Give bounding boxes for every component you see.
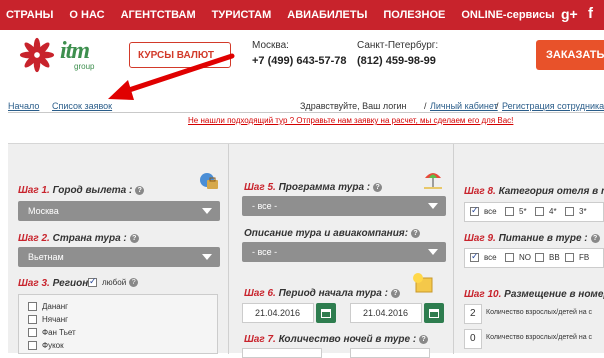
region-checkbox[interactable]: Фан Тьет — [28, 328, 76, 337]
hotel-category-checkbox[interactable]: 5* — [505, 207, 527, 216]
step7-label: Шаг 7. Количество ночей в туре :? — [244, 334, 429, 345]
greeting-text: Здравствуйте, Ваш логин — [300, 101, 407, 111]
step2-label: Шаг 2. Страна тура :? — [18, 233, 139, 244]
spb-phone: (812) 459-98-99 — [357, 55, 436, 67]
meal-checkbox[interactable]: NO — [505, 253, 531, 262]
nav-item-flights[interactable]: АВИАБИЛЕТЫ — [287, 9, 367, 21]
request-notice-link[interactable]: Не нашли подходящий тур ? Отправьте нам … — [188, 116, 513, 125]
logo-text: itm — [60, 38, 90, 64]
meal-checkbox[interactable]: BB — [535, 253, 560, 262]
order-button[interactable]: ЗАКАЗАТЬ — [536, 40, 604, 70]
hotel-category-checkbox[interactable]: 4* — [535, 207, 557, 216]
meal-checkbox[interactable]: FB — [565, 253, 589, 262]
step1-label: Шаг 1. Город вылета :? — [18, 185, 145, 196]
currency-rates-button[interactable]: КУРСЫ ВАЛЮТ — [129, 42, 231, 68]
step10-label: Шаг 10. Размещение в номере — [464, 289, 604, 300]
breadcrumb-separator: / — [496, 101, 499, 111]
kids-count-label: Количество взрослых/детей на с — [486, 334, 593, 341]
moscow-phone: +7 (499) 643-57-78 — [252, 55, 347, 67]
logo-subtext: group — [74, 62, 95, 71]
help-icon: ? — [419, 334, 429, 344]
nav-item-online[interactable]: ONLINE-сервисы — [461, 9, 554, 21]
beach-umbrella-icon — [424, 173, 442, 189]
date-to-input[interactable]: 21.04.2016 — [350, 303, 422, 323]
column-divider — [453, 144, 454, 354]
step3-label: Шаг 3. Регион : — [18, 278, 95, 289]
tour-description-select[interactable]: - все - — [242, 242, 446, 262]
calendar-icon[interactable] — [424, 303, 444, 323]
help-icon: ? — [129, 278, 139, 287]
step6-label: Шаг 6. Период начала тура :? — [244, 288, 400, 299]
kids-count-input[interactable]: 0 — [464, 329, 482, 349]
breadcrumb-requests[interactable]: Список заявок — [52, 101, 112, 111]
hotel-category-checkbox[interactable]: 3* — [565, 207, 587, 216]
step9-label: Шаг 9. Питание в туре :? — [464, 233, 600, 244]
breadcrumb-home-label[interactable]: Начало — [8, 101, 39, 111]
region-checkbox[interactable]: Дананг — [28, 302, 68, 311]
register-link-label[interactable]: Регистрация сотрудника — [502, 101, 604, 111]
region-checkbox[interactable]: Фукок — [28, 341, 64, 350]
nav-item-agencies[interactable]: АГЕНТСТВАМ — [121, 9, 196, 21]
date-from-input[interactable]: 21.04.2016 — [242, 303, 314, 323]
help-icon: ? — [373, 182, 383, 192]
register-link[interactable]: Регистрация сотрудника — [502, 101, 604, 111]
top-navigation: СТРАНЫ О НАС АГЕНТСТВАМ ТУРИСТАМ АВИАБИЛ… — [0, 0, 604, 30]
tour-request-form: Шаг 1. Город вылета :? Москва Шаг 2. Стр… — [8, 143, 604, 358]
departure-city-select[interactable]: Москва — [18, 201, 220, 221]
step5-label: Шаг 5. Программа тура :? — [244, 182, 383, 193]
region-any-checkbox[interactable]: любой? — [88, 276, 139, 287]
meal-checkbox[interactable]: все — [470, 251, 497, 262]
column-divider — [228, 144, 229, 354]
adults-count-input[interactable]: 2 — [464, 304, 482, 324]
calendar-sun-icon — [413, 273, 433, 293]
help-icon: ? — [590, 233, 600, 243]
region-checkbox[interactable]: Нячанг — [28, 315, 68, 324]
adults-count-label: Количество взрослых/детей на с — [486, 309, 593, 316]
nights-from-input[interactable] — [242, 348, 322, 358]
chevron-down-icon — [428, 249, 438, 255]
cabinet-link-label[interactable]: Личный кабинет — [430, 101, 498, 111]
step8-label: Шаг 8. Категория отеля в т — [464, 186, 604, 197]
country-select[interactable]: Вьетнам — [18, 247, 220, 267]
breadcrumb-requests-label[interactable]: Список заявок — [52, 101, 112, 111]
help-icon: ? — [390, 288, 400, 298]
help-icon: ? — [135, 185, 145, 195]
help-icon: ? — [411, 228, 421, 238]
breadcrumb-separator: / — [424, 101, 427, 111]
nights-to-input[interactable] — [350, 348, 430, 358]
chevron-down-icon — [428, 203, 438, 209]
cabinet-link[interactable]: Личный кабинет — [430, 101, 498, 111]
help-icon: ? — [129, 233, 139, 243]
facebook-icon[interactable]: f — [588, 5, 593, 22]
nav-item-tourists[interactable]: ТУРИСТАМ — [212, 9, 272, 21]
nav-item-countries[interactable]: СТРАНЫ — [6, 9, 53, 21]
chevron-down-icon — [202, 254, 212, 260]
hotel-category-checkbox[interactable]: все — [470, 205, 497, 216]
calendar-icon[interactable] — [316, 303, 336, 323]
moscow-city-label: Москва: — [252, 40, 289, 51]
globe-suitcase-icon — [200, 173, 218, 189]
chevron-down-icon — [202, 208, 212, 214]
nav-item-useful[interactable]: ПОЛЕЗНОЕ — [383, 9, 445, 21]
itm-logo[interactable]: itm group — [18, 36, 94, 74]
tour-program-select[interactable]: - все - — [242, 196, 446, 216]
breadcrumb-home[interactable]: Начало — [8, 101, 39, 111]
nav-item-about[interactable]: О НАС — [69, 9, 104, 21]
spb-city-label: Санкт-Петербург: — [357, 40, 439, 51]
divider — [8, 112, 604, 113]
google-plus-icon[interactable]: g+ — [561, 6, 578, 22]
tour-description-label: Описание тура и авиакомпания:? — [244, 228, 421, 239]
flower-logo-icon — [19, 37, 55, 73]
